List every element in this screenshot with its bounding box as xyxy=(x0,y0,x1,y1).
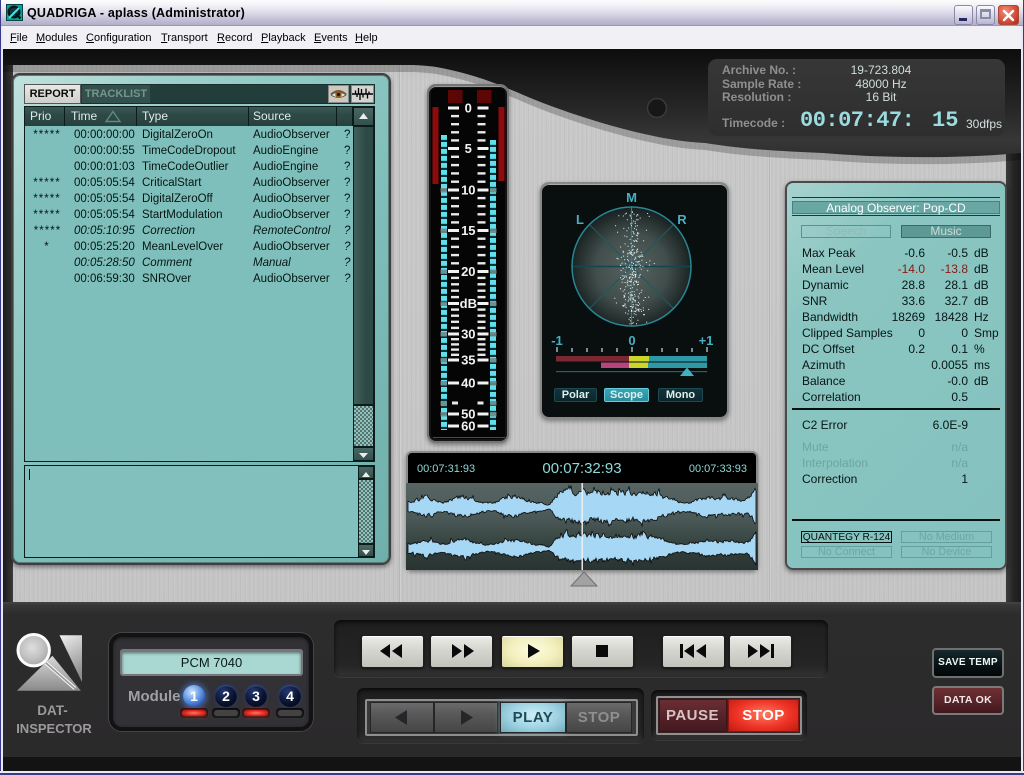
svg-text:-1: -1 xyxy=(551,333,563,348)
svg-text:+1: +1 xyxy=(699,333,714,348)
svg-text:0: 0 xyxy=(628,333,635,348)
svg-text:M: M xyxy=(626,190,637,205)
svg-text:L: L xyxy=(576,212,584,227)
svg-text:R: R xyxy=(677,212,687,227)
